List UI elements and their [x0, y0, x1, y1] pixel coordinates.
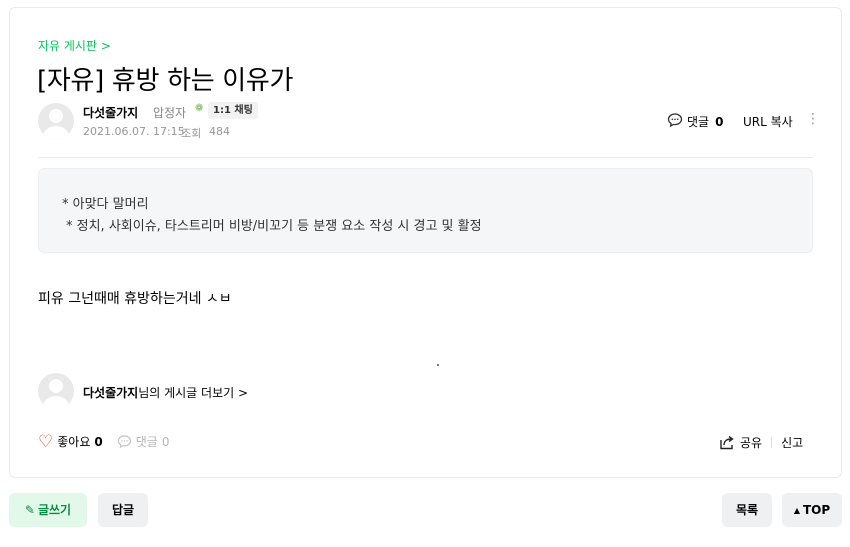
- caret-up-icon: ▲: [793, 506, 800, 515]
- report-button[interactable]: 신고: [781, 434, 803, 451]
- share-button[interactable]: 공유: [740, 434, 762, 451]
- like-label[interactable]: 좋아요: [57, 433, 90, 450]
- chat-button[interactable]: 1:1 채팅: [208, 102, 258, 119]
- reply-button[interactable]: 답글: [98, 493, 148, 527]
- author-avatar[interactable]: [38, 103, 74, 139]
- notice-line-1: * 아맞다 말머리: [62, 197, 149, 212]
- author-level: 압정자: [153, 106, 187, 120]
- post-card: 자유 게시판 > [자유] 휴방 하는 이유가 다섯줄가지 압정자 ❁ 1:1 …: [9, 7, 842, 478]
- post-views: 484: [209, 125, 230, 138]
- notice-line-2: * 정치, 사회이슈, 타스트리머 비방/비꼬기 등 분쟁 요소 작성 시 경고…: [66, 219, 482, 234]
- stray-dot: [437, 364, 439, 366]
- post-views-label: 조회: [181, 127, 202, 140]
- url-copy-button[interactable]: URL 복사: [743, 113, 793, 130]
- reaction-bar: ♡ 좋아요 0 댓글 0: [38, 433, 169, 450]
- comment-bubble-icon: [667, 112, 683, 131]
- comment-bubble-icon[interactable]: [117, 434, 132, 449]
- write-button-label: 글쓰기: [37, 503, 72, 517]
- share-report-divider: [771, 437, 773, 448]
- author-name[interactable]: 다섯줄가지: [83, 104, 138, 121]
- comment-tool-label: 댓글: [687, 115, 710, 129]
- share-icon[interactable]: [719, 435, 735, 450]
- more-posts-author: 다섯줄가지: [83, 386, 139, 400]
- top-button-label: TOP: [802, 503, 831, 517]
- post-title: [자유] 휴방 하는 이유가: [37, 66, 294, 96]
- notice-box: * 아맞다 말머리 * 정치, 사회이슈, 타스트리머 비방/비꼬기 등 분쟁 …: [38, 168, 813, 253]
- list-button[interactable]: 목록: [722, 493, 772, 527]
- post-date: 2021.06.07. 17:15: [83, 125, 185, 138]
- more-posts-avatar[interactable]: [38, 373, 74, 409]
- comment-label[interactable]: 댓글: [136, 433, 158, 450]
- like-count: 0: [94, 434, 103, 449]
- comment-tool[interactable]: 댓글 0: [667, 112, 723, 131]
- sprout-icon: ❁: [195, 103, 204, 114]
- board-link[interactable]: 자유 게시판 >: [38, 37, 111, 54]
- pencil-icon: ✎: [24, 503, 35, 517]
- write-button[interactable]: ✎ 글쓰기: [9, 493, 87, 527]
- post-body: 피유 그넌때매 휴방하는거네 ㅅㅂ: [38, 291, 232, 307]
- more-posts-suffix: 님의 게시글 더보기 >: [138, 386, 249, 400]
- heart-icon[interactable]: ♡: [38, 433, 53, 450]
- share-report-bar: 공유 신고: [719, 434, 803, 451]
- top-button[interactable]: ▲ TOP: [782, 493, 842, 527]
- comment-count: 0: [161, 434, 170, 449]
- more-vertical-icon[interactable]: ⋮: [806, 109, 820, 129]
- more-posts-link[interactable]: 다섯줄가지님의 게시글 더보기 >: [83, 384, 248, 401]
- header-divider: [38, 157, 813, 158]
- comment-tool-count: 0: [715, 114, 724, 129]
